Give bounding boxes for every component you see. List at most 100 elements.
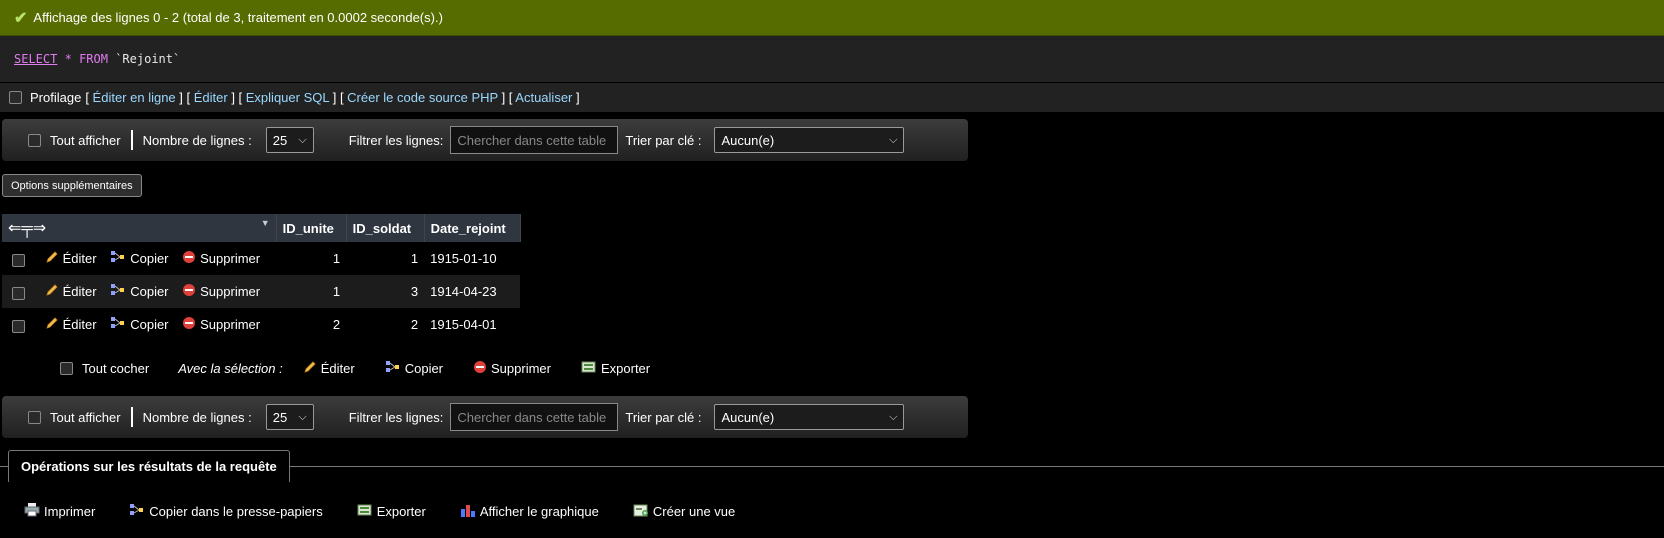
table-row: Éditer Copier Supprimer 2 2 1915-04-01 [2, 308, 521, 341]
cell-id-unite[interactable]: 2 [276, 308, 347, 341]
pencil-icon [45, 250, 59, 267]
cell-id-soldat[interactable]: 1 [346, 242, 425, 275]
column-header-id-soldat[interactable]: ID_soldat [346, 214, 425, 242]
divider [130, 130, 133, 150]
copy-icon [129, 503, 145, 520]
bulk-copy-button[interactable]: Copier [385, 360, 443, 377]
filter-input[interactable]: Chercher dans cette table [450, 126, 619, 154]
bar-chart-icon [460, 503, 476, 520]
bulk-export-button[interactable]: Exporter [581, 360, 650, 377]
cell-date-rejoint[interactable]: 1915-01-10 [424, 242, 521, 275]
rows-select[interactable]: 25 ⌵ [265, 127, 314, 153]
cell-date-rejoint[interactable]: 1914-04-23 [424, 275, 521, 308]
row-edit-button[interactable]: Éditer [45, 283, 97, 300]
sort-arrow-icon[interactable]: ▼ [261, 218, 270, 228]
link-edit-inline[interactable]: Éditer en ligne [93, 90, 176, 105]
copy-icon [385, 360, 401, 377]
filter-label: Filtrer les lignes: [348, 132, 444, 148]
delete-icon [182, 316, 196, 333]
bulk-edit-button[interactable]: Éditer [303, 360, 355, 377]
pencil-icon [45, 283, 59, 300]
cell-date-rejoint[interactable]: 1915-04-01 [424, 308, 521, 341]
bulk-delete-button[interactable]: Supprimer [473, 360, 551, 377]
results-table: ⇐╤⇒ ▼ ID_unite ID_soldat Date_rejoint Éd… [2, 214, 521, 341]
link-refresh[interactable]: Actualiser [515, 90, 572, 105]
export-icon [357, 503, 373, 520]
column-arrows-icon[interactable]: ⇐╤⇒ [8, 220, 46, 237]
column-header-id-unite[interactable]: ID_unite [276, 214, 347, 242]
show-chart-button[interactable]: Afficher le graphique [460, 503, 599, 520]
row-copy-button[interactable]: Copier [110, 316, 169, 333]
table-row: Éditer Copier Supprimer 1 3 1914-04-23 [2, 275, 521, 308]
nav-bar-bottom: Tout afficher Nombre de lignes : 25 ⌵ Fil… [2, 396, 968, 438]
export-icon [581, 360, 597, 377]
sort-select[interactable]: Aucun(e) ⌵ [714, 127, 905, 153]
copy-icon [110, 283, 126, 300]
cell-id-unite[interactable]: 1 [276, 242, 347, 275]
banner-text: Affichage des lignes 0 - 2 (total de 3, … [33, 10, 443, 25]
sort-label: Trier par clé : [625, 409, 702, 425]
filter-input[interactable]: Chercher dans cette table [450, 403, 619, 431]
create-view-button[interactable]: Créer une vue [633, 503, 735, 520]
show-all-checkbox[interactable] [28, 410, 41, 424]
cell-id-soldat[interactable]: 2 [346, 308, 425, 341]
pencil-icon [303, 360, 317, 377]
create-view-icon [633, 503, 649, 520]
check-all-label[interactable]: Tout cocher [82, 361, 149, 376]
row-delete-button[interactable]: Supprimer [182, 283, 260, 300]
row-checkbox[interactable] [12, 254, 25, 268]
link-edit[interactable]: Éditer [194, 90, 228, 105]
with-selection-label: Avec la sélection : [178, 361, 283, 376]
sql-table-name: `Rejoint` [115, 52, 181, 66]
delete-icon [473, 360, 487, 377]
sql-star: * [64, 52, 72, 66]
rows-label: Nombre de lignes : [142, 132, 252, 148]
row-delete-button[interactable]: Supprimer [182, 316, 260, 333]
sql-from-keyword: FROM [79, 52, 108, 66]
check-all-checkbox[interactable] [60, 362, 73, 375]
link-explain-sql[interactable]: Expliquer SQL [246, 90, 329, 105]
show-all-label: Tout afficher [50, 409, 121, 425]
sql-select-keyword[interactable]: SELECT [14, 52, 57, 66]
column-header-date-rejoint[interactable]: Date_rejoint [424, 214, 521, 242]
print-button[interactable]: Imprimer [24, 502, 95, 520]
sql-query[interactable]: SELECT * FROM `Rejoint` [0, 36, 1664, 82]
divider [130, 407, 133, 427]
row-delete-button[interactable]: Supprimer [182, 250, 260, 267]
copy-clipboard-button[interactable]: Copier dans le presse-papiers [129, 503, 323, 520]
cell-id-unite[interactable]: 1 [276, 275, 347, 308]
checkmark-icon: ✔ [14, 9, 28, 27]
chevron-down-icon: ⌵ [889, 133, 898, 146]
copy-icon [110, 250, 126, 267]
operations-actions: Imprimer Copier dans le presse-papiers E… [24, 502, 735, 520]
chevron-down-icon: ⌵ [298, 133, 307, 146]
rows-label: Nombre de lignes : [142, 409, 252, 425]
delete-icon [182, 250, 196, 267]
row-edit-button[interactable]: Éditer [45, 316, 97, 333]
row-copy-button[interactable]: Copier [110, 283, 169, 300]
sort-label: Trier par clé : [625, 132, 702, 148]
rows-select[interactable]: 25 ⌵ [265, 404, 314, 430]
row-edit-button[interactable]: Éditer [45, 250, 97, 267]
extra-options-button[interactable]: Options supplémentaires [2, 174, 142, 197]
export-button[interactable]: Exporter [357, 503, 426, 520]
cell-id-soldat[interactable]: 3 [346, 275, 425, 308]
copy-icon [110, 316, 126, 333]
table-row: Éditer Copier Supprimer 1 1 1915-01-10 [2, 242, 521, 275]
show-all-label: Tout afficher [50, 132, 121, 148]
link-php-code[interactable]: Créer le code source PHP [347, 90, 498, 105]
show-all-checkbox[interactable] [28, 133, 41, 147]
row-checkbox[interactable] [12, 287, 25, 301]
row-checkbox[interactable] [12, 320, 25, 334]
pencil-icon [45, 316, 59, 333]
operations-title: Opérations sur les résultats de la requê… [8, 450, 290, 482]
sort-select[interactable]: Aucun(e) ⌵ [714, 404, 905, 430]
profiling-checkbox[interactable] [9, 91, 22, 104]
row-copy-button[interactable]: Copier [110, 250, 169, 267]
profiling-bar: Profilage [ Éditer en ligne ] [ Éditer ]… [0, 82, 1664, 112]
printer-icon [24, 502, 40, 520]
chevron-down-icon: ⌵ [298, 410, 307, 423]
success-banner: ✔ Affichage des lignes 0 - 2 (total de 3… [0, 0, 1664, 36]
column-toggle-header[interactable]: ⇐╤⇒ ▼ [2, 214, 277, 242]
chevron-down-icon: ⌵ [889, 410, 898, 423]
